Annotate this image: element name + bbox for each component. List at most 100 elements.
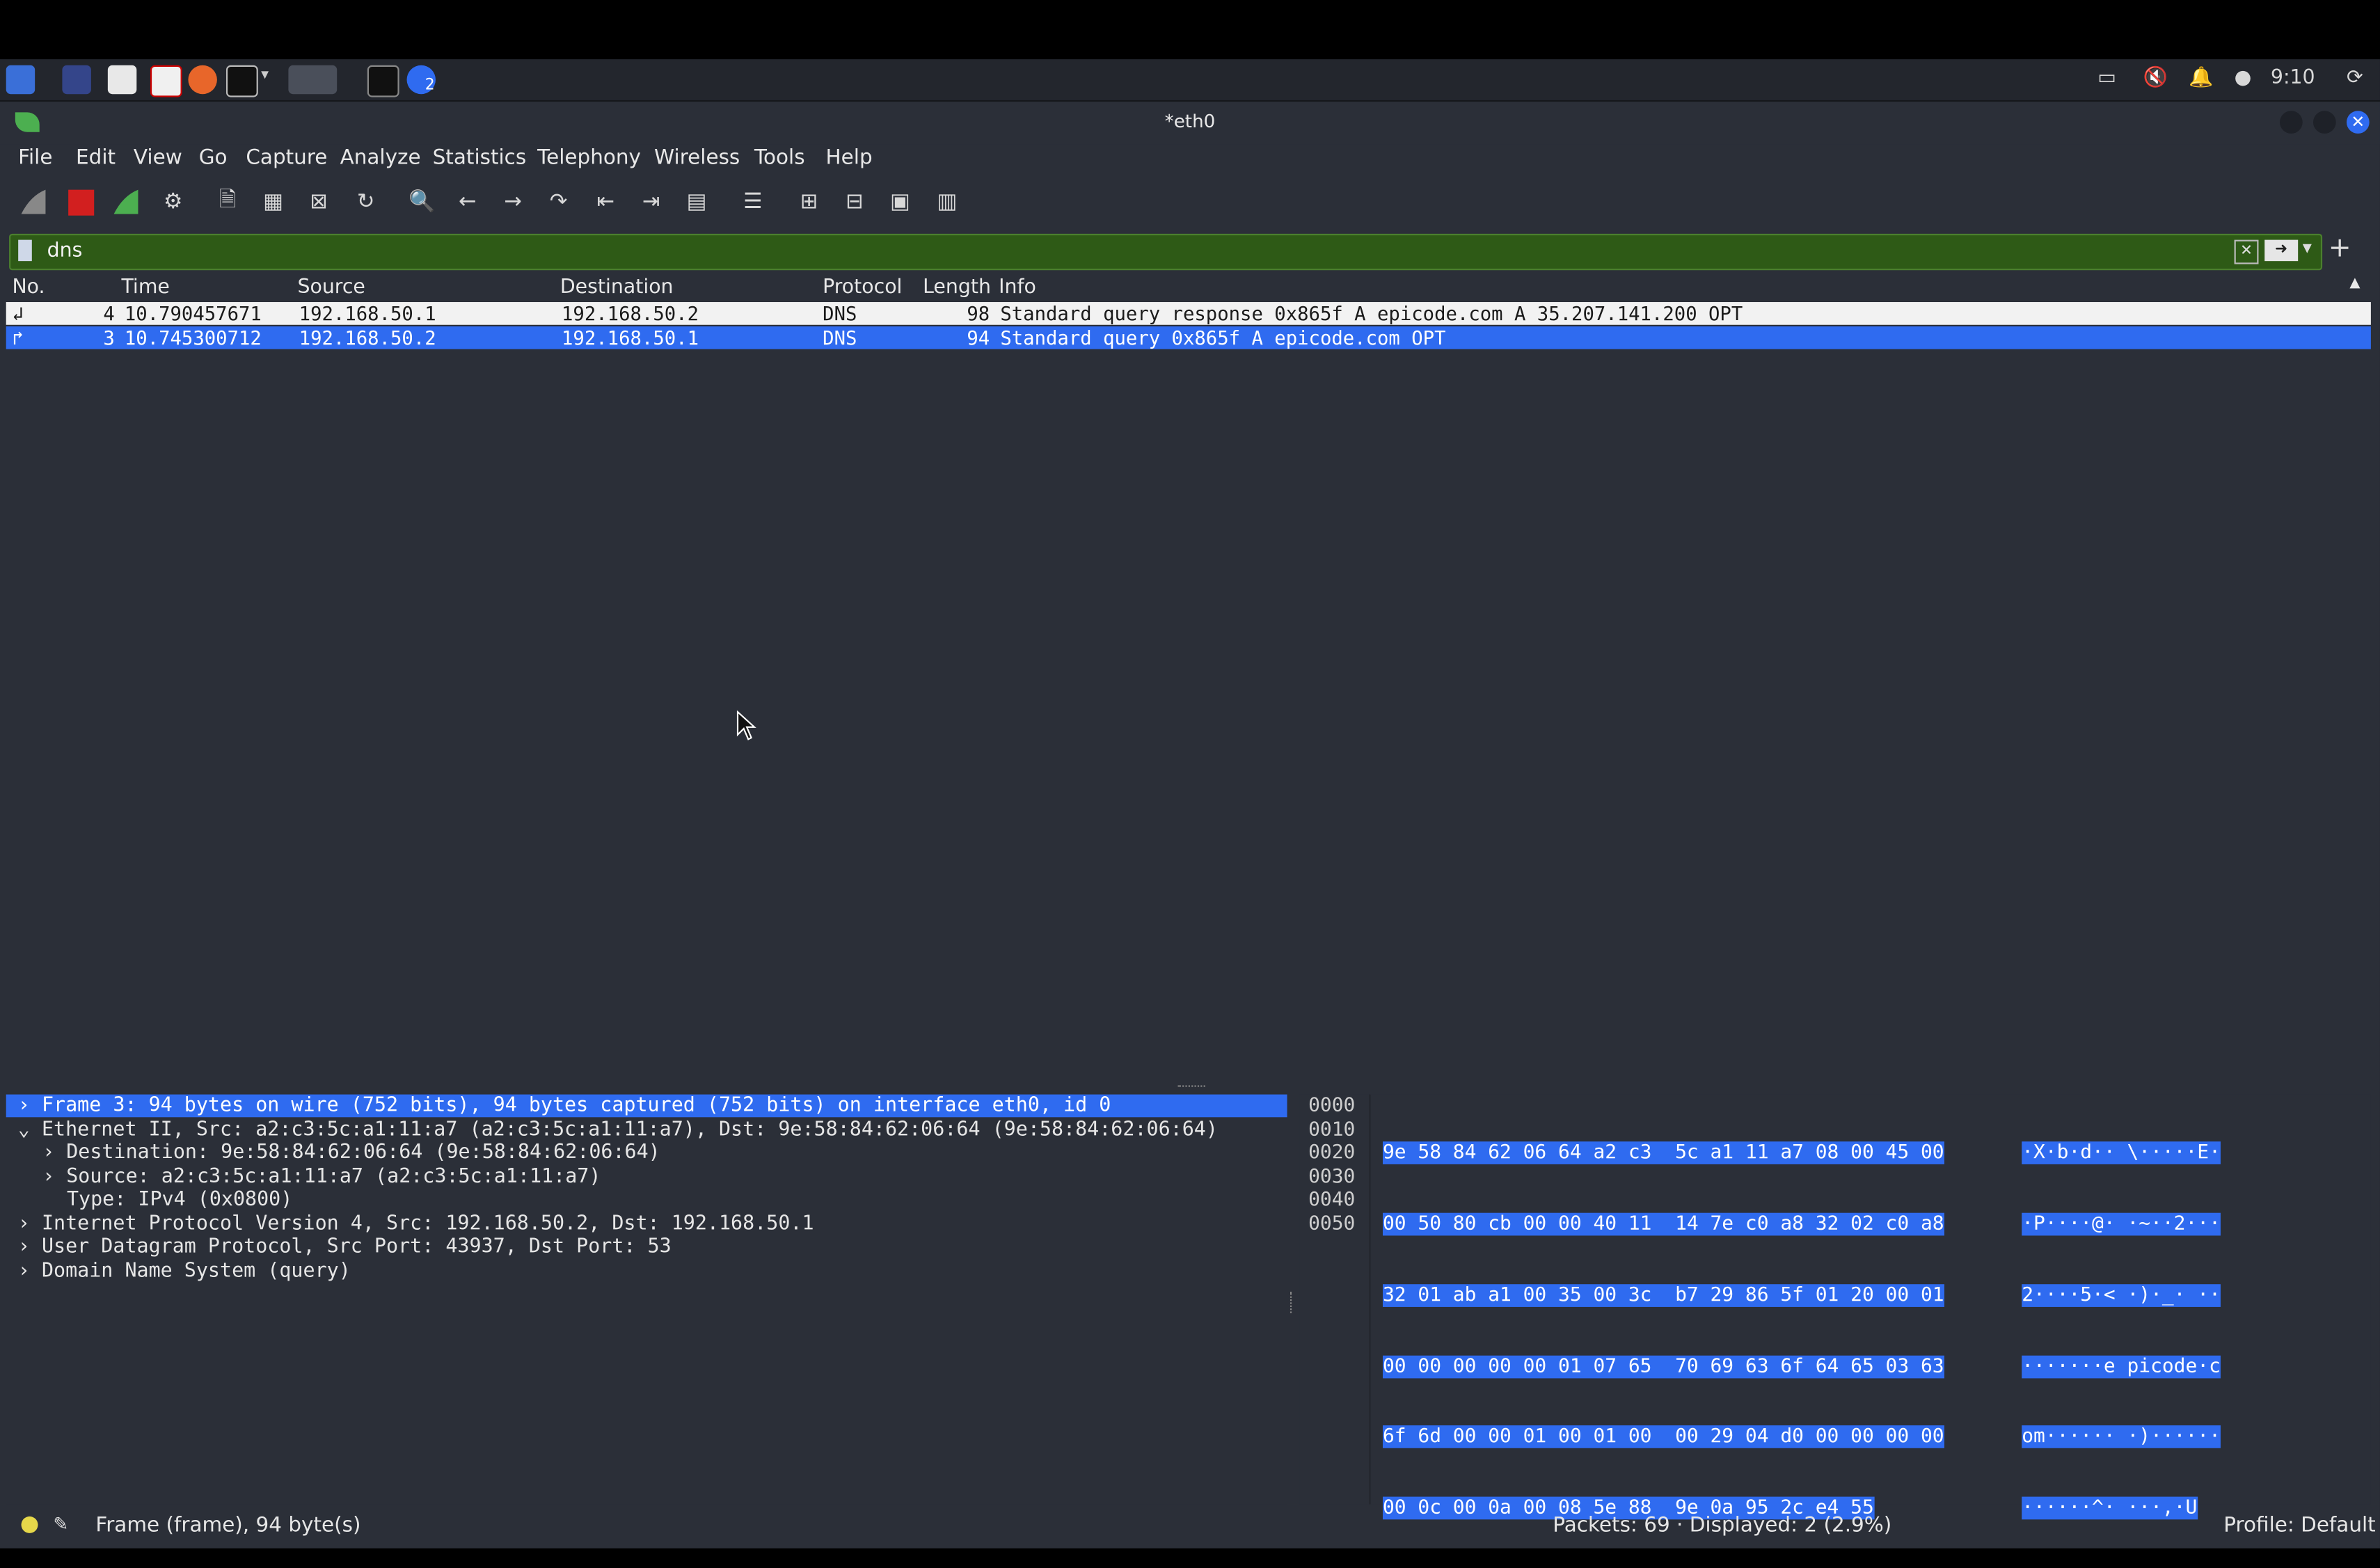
menu-wireless[interactable]: Wireless	[654, 145, 740, 170]
tree-item-dns[interactable]: › Domain Name System (query)	[6, 1260, 351, 1283]
filter-history-icon[interactable]: ▾	[2303, 237, 2312, 258]
tree-item-label: Frame 3: 94 bytes on wire (752 bits), 94…	[41, 1094, 1111, 1118]
cell-info: Standard query 0x865f A epicode.com OPT	[1000, 326, 1446, 349]
apply-filter-icon[interactable]: ➜	[2264, 239, 2299, 262]
bell-icon[interactable]: 🔔	[2189, 67, 2213, 90]
mute-icon[interactable]: 🔇	[2143, 67, 2168, 90]
column-source[interactable]: Source	[297, 276, 365, 299]
mouse-cursor-icon	[736, 710, 758, 747]
go-forward-icon[interactable]: →	[498, 187, 528, 217]
hex-bytes[interactable]: 9e 58 84 62 06 64 a2 c3 5c a1 11 a7 08 0…	[1382, 1095, 1944, 1568]
menu-go[interactable]: Go	[199, 145, 228, 170]
go-back-icon[interactable]: ←	[452, 187, 483, 217]
power-icon[interactable]: ⟳	[2347, 67, 2363, 90]
menu-tools[interactable]: Tools	[754, 145, 805, 170]
maximize-button[interactable]	[2312, 111, 2336, 134]
ascii-line: ·······e picode·c	[2022, 1354, 2221, 1378]
sort-indicator-icon: ▲	[2349, 276, 2361, 292]
column-length[interactable]: Length	[923, 276, 991, 299]
workspace-1-icon[interactable]	[288, 65, 338, 95]
terminal-window-icon[interactable]	[367, 65, 399, 97]
hex-line: 00 50 80 cb 00 00 40 11 14 7e c0 a8 32 0…	[1382, 1212, 1944, 1236]
zoom-out-icon[interactable]: ⊟	[839, 187, 870, 217]
clear-filter-icon[interactable]: ✕	[2234, 239, 2259, 264]
status-dot-icon[interactable]: ●	[2235, 67, 2252, 90]
tree-item-eth-source[interactable]: › Source: a2:c3:5c:a1:11:a7 (a2:c3:5c:a1…	[42, 1166, 601, 1189]
menu-view[interactable]: View	[134, 145, 182, 170]
menu-analyze[interactable]: Analyze	[340, 145, 421, 170]
column-no[interactable]: No.	[12, 276, 45, 299]
autoscroll-icon[interactable]: ▤	[681, 187, 712, 217]
clock[interactable]: 9:10	[2271, 67, 2315, 90]
chevron-down-icon[interactable]: ▾	[261, 67, 269, 84]
cell-source: 192.168.50.2	[299, 326, 436, 349]
vertical-splitter[interactable]	[1290, 1292, 1295, 1313]
hex-line: 32 01 ab a1 00 35 00 3c b7 29 86 5f 01 2…	[1382, 1283, 1944, 1307]
zoom-in-icon[interactable]: ⊞	[794, 187, 825, 217]
terminal-icon[interactable]	[225, 65, 258, 97]
display-filter-input[interactable]	[44, 238, 2175, 264]
packet-list-header: No. Time Source Destination Protocol Len…	[6, 276, 2374, 302]
shark-fin-start-icon[interactable]	[18, 187, 49, 217]
hex-line: 00 00 00 00 00 01 07 65 70 69 63 6f 64 6…	[1382, 1354, 1944, 1378]
column-info[interactable]: Info	[999, 276, 1036, 299]
open-file-icon[interactable]: 🗎	[212, 187, 243, 217]
cell-time: 10.790457671	[124, 302, 262, 325]
hex-offset: 0000	[1308, 1094, 1356, 1118]
capture-options-icon[interactable]: ⚙	[158, 187, 189, 217]
frame-info: Frame (frame), 94 byte(s)	[95, 1513, 361, 1538]
tree-item-eth-destination[interactable]: › Destination: 9e:58:84:62:06:64 (9e:58:…	[42, 1141, 660, 1164]
find-packet-icon[interactable]: 🔍	[407, 187, 438, 217]
firefox-icon[interactable]	[188, 65, 217, 95]
first-packet-icon[interactable]: ⇤	[590, 187, 621, 217]
tree-item-frame[interactable]: › Frame 3: 94 bytes on wire (752 bits), …	[6, 1094, 1287, 1118]
desktop-icon[interactable]	[62, 65, 91, 95]
colorize-icon[interactable]: ☰	[738, 187, 768, 217]
capture-status-icon[interactable]	[21, 1516, 38, 1533]
column-destination[interactable]: Destination	[560, 276, 674, 299]
display-filter-bar: ✕ ➜ ▾	[9, 233, 2323, 271]
display-icon[interactable]: ▭	[2097, 67, 2116, 90]
last-packet-icon[interactable]: ⇥	[636, 187, 667, 217]
tree-item-ip[interactable]: › Internet Protocol Version 4, Src: 192.…	[6, 1213, 814, 1236]
go-to-packet-icon[interactable]: ↷	[544, 187, 574, 217]
ascii-bytes[interactable]: ·X·b·d·· \·····E· ·P····@· ·~··2··· 2···…	[2022, 1095, 2221, 1568]
ascii-line: 2····5·< ·)·_· ··	[2022, 1283, 2221, 1307]
reload-file-icon[interactable]: ↻	[351, 187, 381, 217]
menu-telephony[interactable]: Telephony	[537, 145, 641, 170]
save-file-icon[interactable]: ▦	[258, 187, 289, 217]
minimize-button[interactable]	[2280, 111, 2303, 134]
response-arrow-icon: ↲	[12, 302, 24, 325]
close-file-icon[interactable]: ⊠	[303, 187, 334, 217]
kali-menu-icon[interactable]	[6, 65, 35, 95]
menu-capture[interactable]: Capture	[246, 145, 327, 170]
bookmark-icon[interactable]	[18, 239, 32, 262]
edit-comment-icon[interactable]: ✎	[53, 1514, 68, 1535]
menu-file[interactable]: File	[18, 145, 52, 170]
file-manager-icon[interactable]	[107, 65, 137, 95]
column-time[interactable]: Time	[121, 276, 169, 299]
normal-size-icon[interactable]: ▣	[885, 187, 916, 217]
packet-row-selected[interactable]: ↱ 3 10.745300712 192.168.50.2 192.168.50…	[6, 326, 2371, 349]
cell-info: Standard query response 0x865f A epicode…	[1000, 302, 1743, 325]
close-button[interactable]: ✕	[2346, 111, 2370, 134]
restart-capture-icon[interactable]	[111, 187, 141, 217]
pane-splitter[interactable]	[1177, 1085, 1205, 1091]
text-editor-icon[interactable]	[150, 65, 182, 97]
resize-columns-icon[interactable]: ▥	[932, 187, 962, 217]
profile-label[interactable]: Profile: Default	[2223, 1514, 2375, 1538]
packet-row[interactable]: ↲ 4 10.790457671 192.168.50.1 192.168.50…	[6, 302, 2371, 325]
hex-offset: 0030	[1308, 1166, 1356, 1189]
title-bar: *eth0 ✕	[0, 102, 2380, 145]
menu-statistics[interactable]: Statistics	[433, 145, 527, 170]
packet-bytes-pane: 0000 0010 0020 0030 0040 0050 9e 58 84 6…	[1299, 1094, 2371, 1520]
cell-destination: 192.168.50.2	[562, 302, 699, 325]
column-protocol[interactable]: Protocol	[823, 276, 902, 299]
tree-item-ethernet[interactable]: ⌄ Ethernet II, Src: a2:c3:5c:a1:11:a7 (a…	[6, 1118, 1218, 1141]
add-filter-button[interactable]: +	[2329, 232, 2351, 264]
menu-help[interactable]: Help	[826, 145, 873, 170]
stop-capture-icon[interactable]	[65, 187, 96, 217]
tree-item-udp[interactable]: › User Datagram Protocol, Src Port: 4393…	[6, 1235, 672, 1258]
menu-edit[interactable]: Edit	[76, 145, 116, 170]
tree-item-eth-type[interactable]: Type: IPv4 (0x0800)	[67, 1189, 292, 1212]
